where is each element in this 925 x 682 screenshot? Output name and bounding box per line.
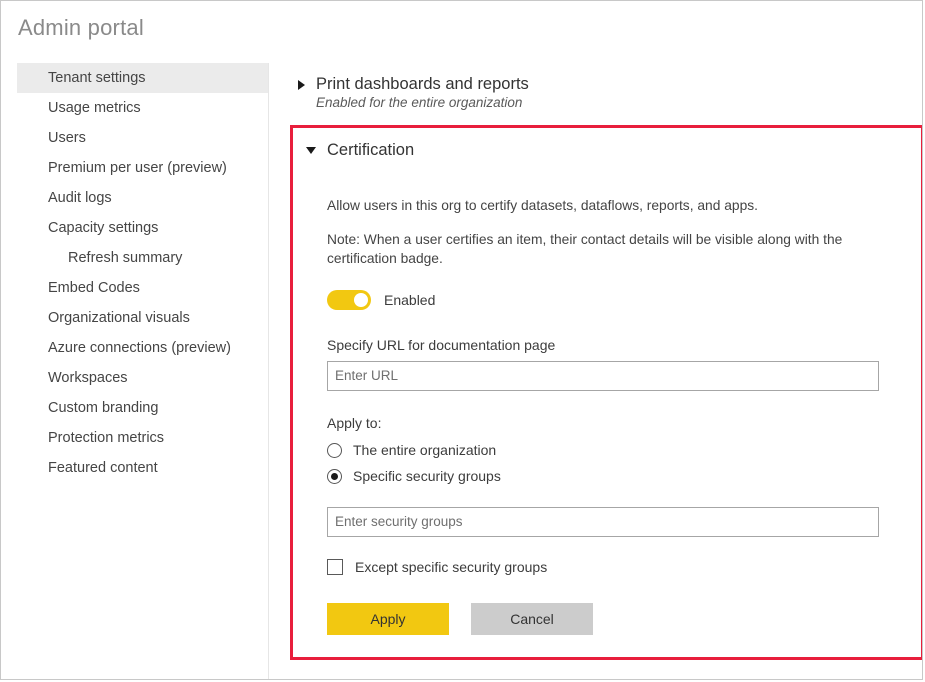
sidebar-item-refresh-summary[interactable]: Refresh summary [17, 243, 268, 273]
radio-entire-organization[interactable]: The entire organization [327, 437, 911, 463]
sidebar-item-label: Custom branding [48, 400, 158, 416]
setting-header-print-dashboards[interactable]: Print dashboards and reports [298, 75, 898, 94]
sidebar-item-embed-codes[interactable]: Embed Codes [17, 273, 268, 303]
setting-header-certification[interactable]: Certification [306, 141, 414, 160]
except-security-groups-row[interactable]: Except specific security groups [327, 559, 911, 575]
security-groups-input[interactable] [327, 507, 879, 537]
sidebar-item-label: Organizational visuals [48, 310, 190, 326]
sidebar-item-usage-metrics[interactable]: Usage metrics [17, 93, 268, 123]
radio-label: Specific security groups [353, 468, 501, 484]
sidebar-item-label: Protection metrics [48, 430, 164, 446]
sidebar-item-tenant-settings[interactable]: Tenant settings [17, 63, 268, 93]
sidebar-item-premium-per-user[interactable]: Premium per user (preview) [17, 153, 268, 183]
sidebar-item-label: Usage metrics [48, 100, 141, 116]
page-title: Admin portal [18, 15, 144, 41]
sidebar-item-audit-logs[interactable]: Audit logs [17, 183, 268, 213]
setting-print-dashboards-and-reports: Print dashboards and reports Enabled for… [298, 75, 898, 110]
settings-content: Print dashboards and reports Enabled for… [270, 63, 922, 679]
enabled-toggle-row: Enabled [327, 290, 911, 310]
certification-description: Allow users in this org to certify datas… [327, 196, 859, 215]
sidebar-item-protection-metrics[interactable]: Protection metrics [17, 423, 268, 453]
triangle-right-icon [298, 80, 305, 90]
except-security-groups-label: Except specific security groups [355, 559, 547, 575]
documentation-url-input[interactable] [327, 361, 879, 391]
sidebar-item-azure-connections[interactable]: Azure connections (preview) [17, 333, 268, 363]
enabled-toggle[interactable] [327, 290, 371, 310]
setting-status: Enabled for the entire organization [316, 95, 898, 110]
admin-portal-page: Admin portal Tenant settings Usage metri… [0, 0, 923, 680]
radio-label: The entire organization [353, 442, 496, 458]
sidebar-item-label: Audit logs [48, 190, 112, 206]
setting-certification-panel: Certification Allow users in this org to… [290, 125, 923, 660]
sidebar-item-label: Workspaces [48, 370, 128, 386]
sidebar-item-workspaces[interactable]: Workspaces [17, 363, 268, 393]
sidebar-item-label: Premium per user (preview) [48, 160, 227, 176]
sidebar-item-organizational-visuals[interactable]: Organizational visuals [17, 303, 268, 333]
checkbox-icon [327, 559, 343, 575]
sidebar-item-label: Users [48, 130, 86, 146]
sidebar-item-users[interactable]: Users [17, 123, 268, 153]
radio-specific-security-groups[interactable]: Specific security groups [327, 463, 911, 489]
certification-body: Allow users in this org to certify datas… [327, 196, 911, 635]
radio-circle-selected-icon [327, 469, 342, 484]
apply-button[interactable]: Apply [327, 603, 449, 635]
sidebar-item-custom-branding[interactable]: Custom branding [17, 393, 268, 423]
url-field-label: Specify URL for documentation page [327, 337, 911, 353]
sidebar-item-label: Refresh summary [68, 250, 182, 266]
triangle-down-icon [306, 147, 316, 154]
toggle-knob [354, 293, 368, 307]
sidebar-item-label: Featured content [48, 460, 158, 476]
sidebar-item-label: Tenant settings [48, 70, 146, 86]
apply-to-label: Apply to: [327, 415, 911, 431]
setting-title: Print dashboards and reports [316, 75, 529, 94]
certification-note: Note: When a user certifies an item, the… [327, 230, 859, 268]
sidebar-item-label: Embed Codes [48, 280, 140, 296]
cancel-button[interactable]: Cancel [471, 603, 593, 635]
setting-title: Certification [327, 141, 414, 160]
radio-circle-icon [327, 443, 342, 458]
sidebar-nav: Tenant settings Usage metrics Users Prem… [1, 63, 269, 680]
sidebar-item-label: Capacity settings [48, 220, 158, 236]
sidebar-item-label: Azure connections (preview) [48, 340, 231, 356]
sidebar-item-featured-content[interactable]: Featured content [17, 453, 268, 483]
enabled-toggle-label: Enabled [384, 292, 435, 308]
sidebar-item-capacity-settings[interactable]: Capacity settings [17, 213, 268, 243]
action-buttons: Apply Cancel [327, 603, 911, 635]
